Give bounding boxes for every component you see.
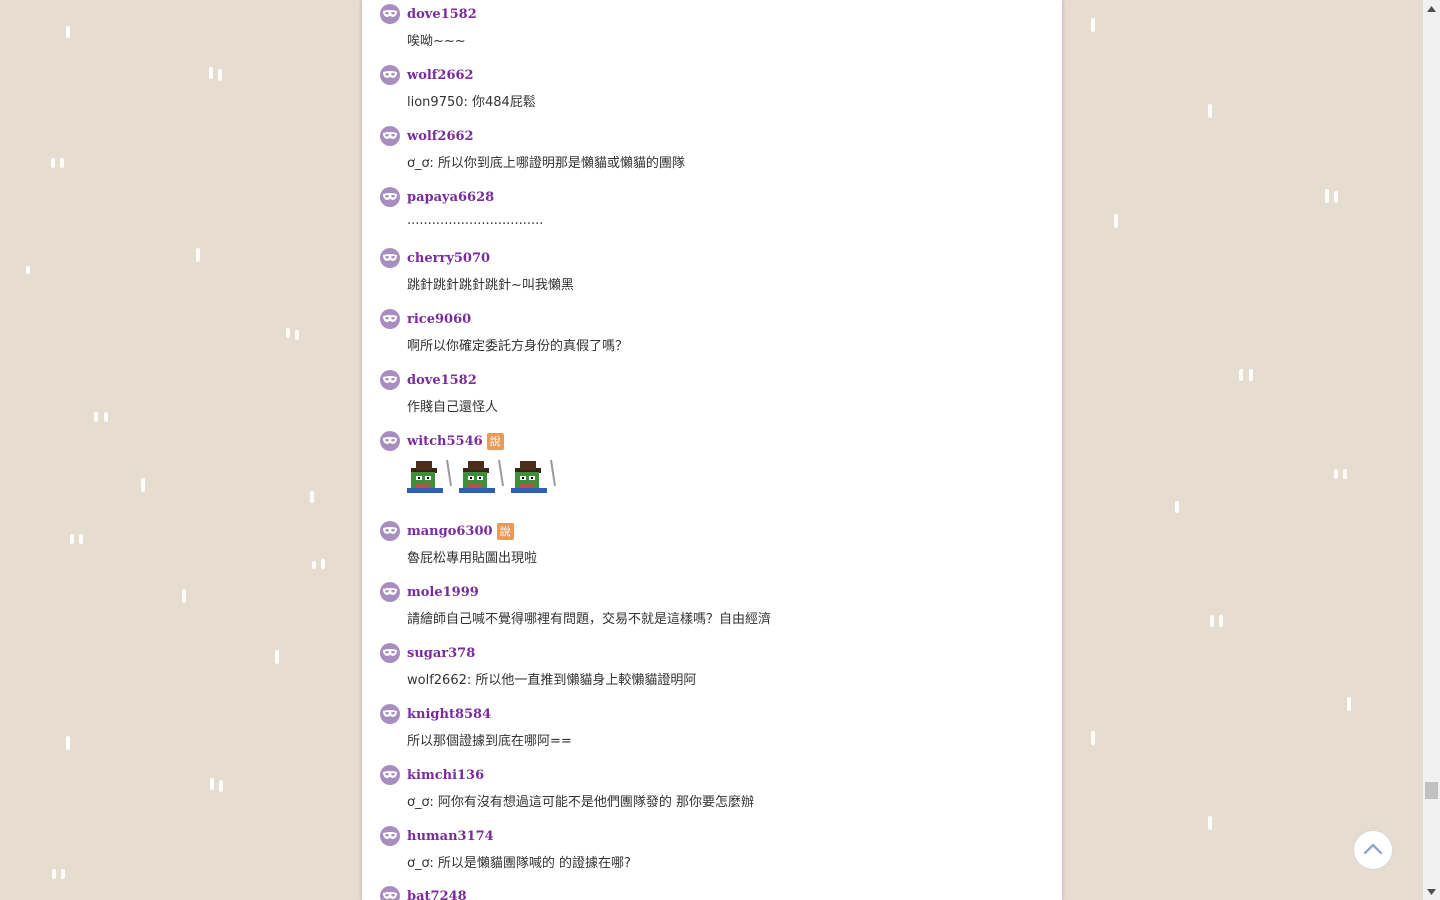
scrollbar-thumb[interactable] [1425,782,1438,799]
comment-username[interactable]: dove1582 [407,7,477,22]
comment-text: 跳針跳針跳針跳針~叫我懶黑 [407,278,574,293]
mask-icon [380,431,400,451]
comment-item: human3174 ơ_ơ: 所以是懶貓團隊喊的 的證據在哪? [380,825,631,871]
page-scrollbar[interactable] [1423,0,1440,900]
comment-username[interactable]: knight8584 [407,707,491,722]
mask-icon [380,704,400,724]
pepe-sticker [511,458,561,498]
scroll-to-top-button[interactable] [1353,830,1393,870]
comment-username[interactable]: human3174 [407,829,494,844]
comment-item: knight8584 所以那個證據到底在哪阿== [380,703,572,749]
comment-text: ơ_ơ: 所以是懶貓團隊喊的 的證據在哪? [407,856,631,871]
comment-text: 魯屁松專用貼圖出現啦 [407,551,538,566]
mask-icon [380,886,400,900]
comment-username[interactable]: witch5546 [407,434,483,449]
comment-item: wolf2662 ơ_ơ: 所以你到底上哪證明那是懶貓或懶貓的團隊 [380,125,685,171]
comment-text: 唉呦~~~ [407,34,466,49]
comment-item: witch5546 說 [380,430,561,498]
mask-icon [380,248,400,268]
comment-username[interactable]: bat7248 [407,889,467,900]
mask-icon [380,187,400,207]
mask-icon [380,309,400,329]
comment-text: 所以那個證據到底在哪阿== [407,734,572,749]
mask-icon [380,826,400,846]
pepe-sticker [407,458,457,498]
comment-item: mango6300 說 魯屁松專用貼圖出現啦 [380,520,537,566]
triangle-down-icon [1427,888,1436,895]
chevron-up-icon [1363,841,1383,860]
speak-badge: 說 [496,522,514,540]
comment-text: ơ_ơ: 所以你到底上哪證明那是懶貓或懶貓的團隊 [407,156,685,171]
comment-item: papaya6628 .............................… [380,186,543,228]
comment-item: dove1582 作賤自己還怪人 [380,369,498,415]
comment-username[interactable]: mole1999 [407,585,479,600]
comment-username[interactable]: dove1582 [407,373,477,388]
scroll-down-arrow[interactable] [1423,883,1440,900]
comment-username[interactable]: papaya6628 [407,190,494,205]
comment-text: ơ_ơ: 阿你有沒有想過這可能不是他們團隊發的 那你要怎麼辦 [407,795,755,810]
speak-badge: 說 [486,432,504,450]
mask-icon [380,582,400,602]
comment-item: wolf2662 lion9750: 你484屁鬆 [380,64,536,110]
mask-icon [380,4,400,24]
comment-text: 作賤自己還怪人 [407,400,499,415]
mask-icon [380,126,400,146]
pepe-sticker [459,458,509,498]
comment-text: ................................. [407,213,544,228]
mask-icon [380,765,400,785]
comment-username[interactable]: rice9060 [407,312,471,327]
comment-item: sugar378 wolf2662: 所以他一直推到懶貓身上較懶貓證明阿 [380,642,696,688]
comment-item: dove1582 唉呦~~~ [380,3,477,49]
mask-icon [380,521,400,541]
comment-username[interactable]: mango6300 [407,524,493,539]
comment-item: rice9060 啊所以你確定委託方身份的真假了嗎？ [380,308,628,354]
scroll-up-arrow[interactable] [1423,0,1440,17]
comment-text: lion9750: 你484屁鬆 [407,95,536,110]
comment-username[interactable]: cherry5070 [407,251,490,266]
comment-username[interactable]: sugar378 [407,646,475,661]
sticker-row [407,458,561,498]
mask-icon [380,643,400,663]
comment-item: cherry5070 跳針跳針跳針跳針~叫我懶黑 [380,247,574,293]
comment-username[interactable]: wolf2662 [407,129,474,144]
comment-text: 請繪師自己喊不覺得哪裡有問題，交易不就是這樣嗎？自由經濟 [407,612,772,627]
comment-username[interactable]: kimchi136 [407,768,484,783]
comment-text: wolf2662: 所以他一直推到懶貓身上較懶貓證明阿 [407,673,697,688]
comment-item: bat7248 [380,885,467,900]
comment-panel: dove1582 唉呦~~~ wolf2662 lion9750: 你484屁鬆… [362,0,1062,900]
mask-icon [380,65,400,85]
triangle-up-icon [1427,5,1436,12]
comment-item: kimchi136 ơ_ơ: 阿你有沒有想過這可能不是他們團隊發的 那你要怎麼辦 [380,764,754,810]
comment-username[interactable]: wolf2662 [407,68,474,83]
mask-icon [380,370,400,390]
comment-item: mole1999 請繪師自己喊不覺得哪裡有問題，交易不就是這樣嗎？自由經濟 [380,581,771,627]
comment-text: 啊所以你確定委託方身份的真假了嗎？ [407,339,629,354]
